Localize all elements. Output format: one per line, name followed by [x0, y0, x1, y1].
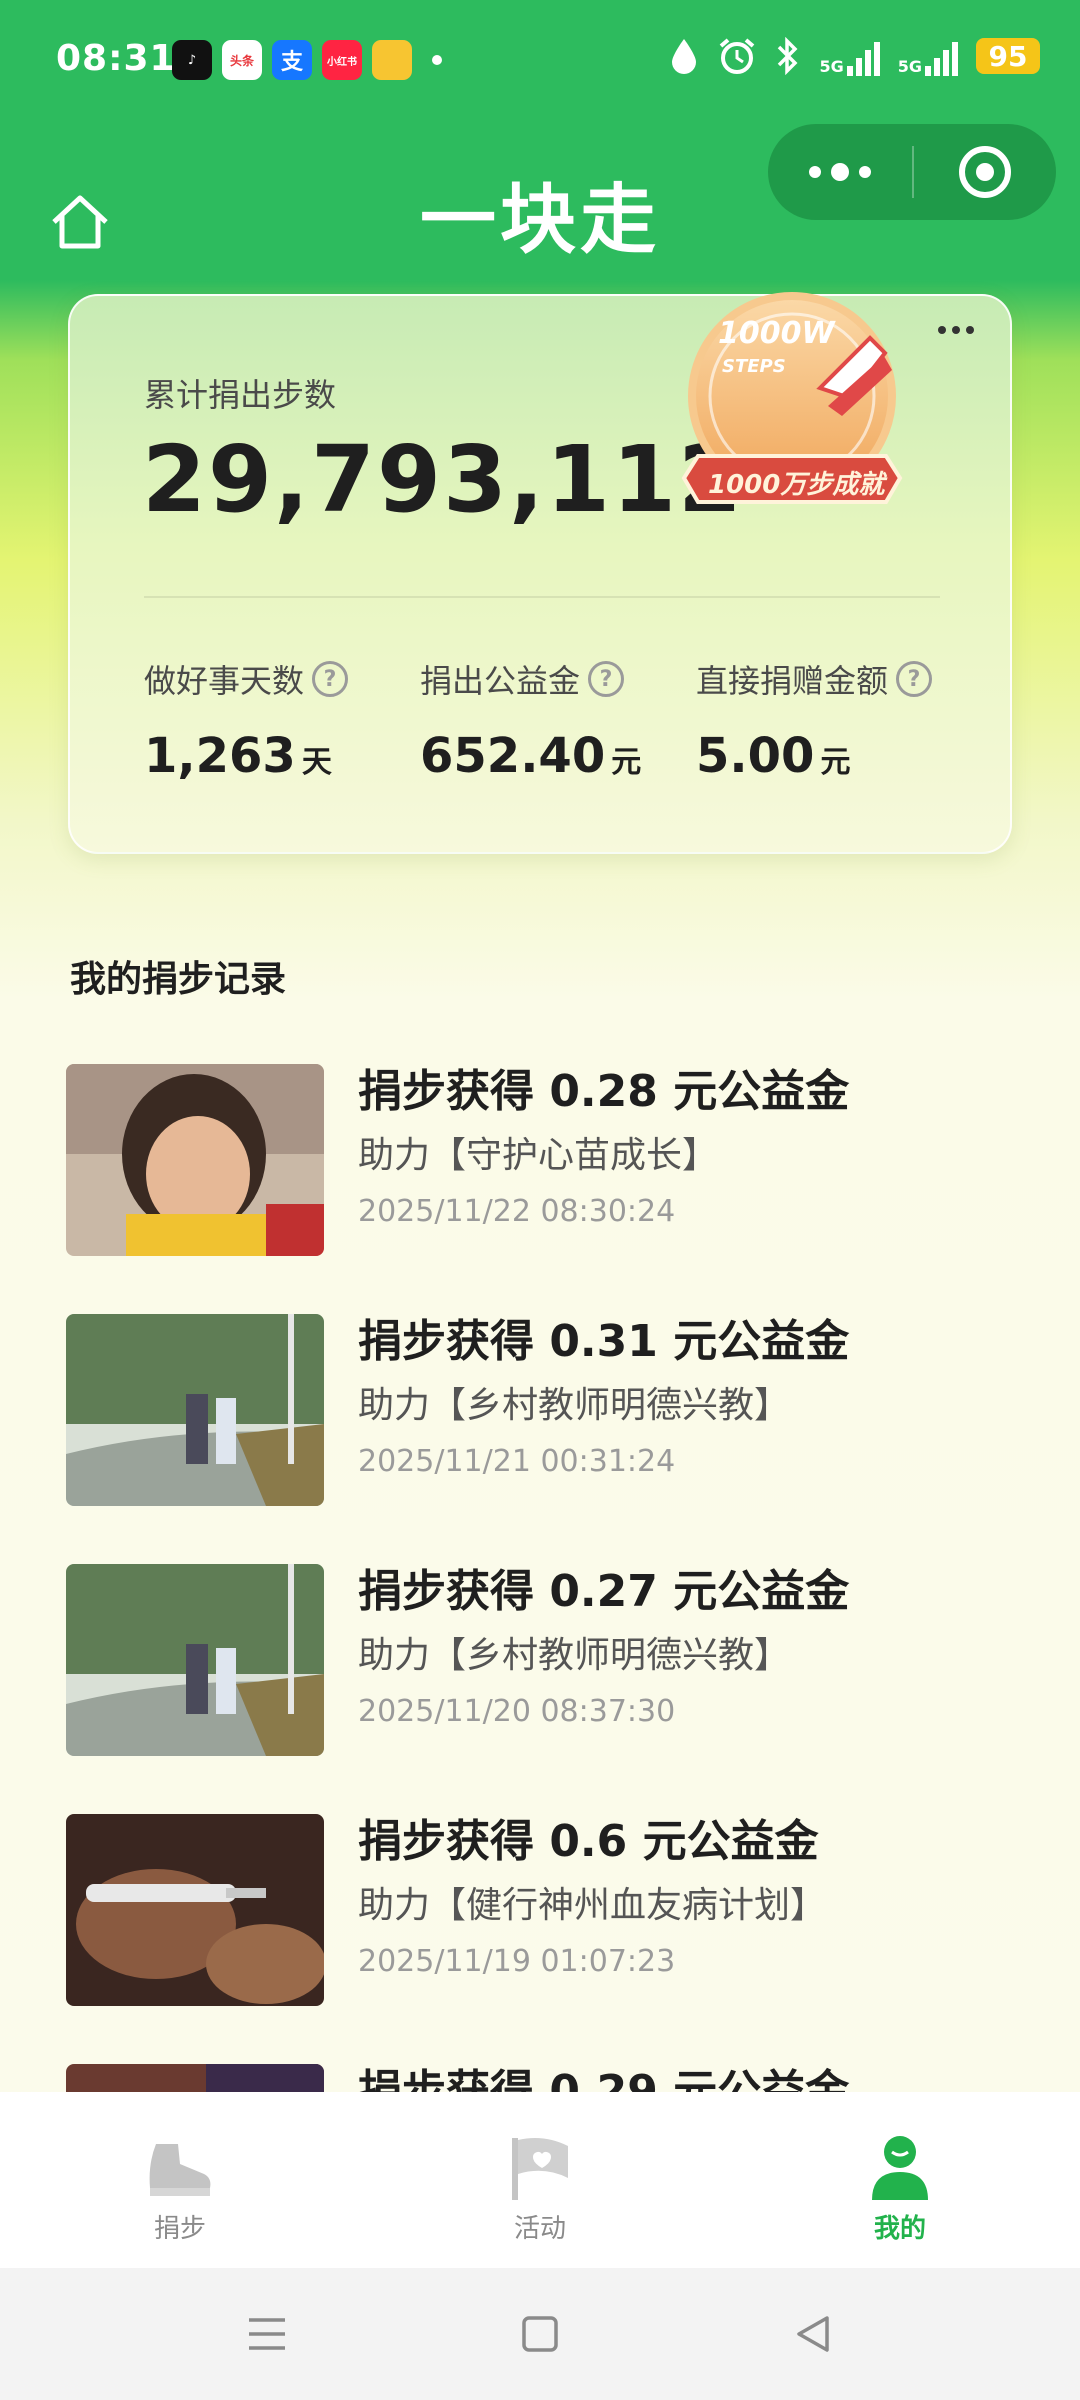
stat-donated-fund: 捐出公益金 ? 652.40 元 — [420, 656, 641, 784]
record-project: 助力【乡村教师明德兴教】 — [358, 1635, 791, 1676]
user-icon — [872, 2136, 928, 2200]
status-indicators: 5G 5G 95 — [669, 36, 1040, 76]
card-more-button[interactable] — [938, 320, 982, 340]
tab-activities[interactable]: 活动 — [360, 2092, 720, 2268]
tab-bar: 捐步 活动 我的 — [0, 2092, 1080, 2268]
status-app-icons: ♪ 头条 支 小红书 — [172, 40, 442, 80]
badge-steps-text: STEPS — [722, 356, 786, 377]
stat-good-days: 做好事天数 ? 1,263 天 — [144, 656, 349, 784]
help-icon[interactable]: ? — [312, 661, 349, 697]
game-app-icon — [372, 40, 412, 80]
record-time: 2025/11/20 08:37:30 — [358, 1694, 676, 1729]
menu-icon — [248, 2318, 285, 2350]
stat-direct-donation: 直接捐赠金额 ? 5.00 元 — [696, 656, 933, 784]
record-time: 2025/11/21 00:31:24 — [358, 1444, 676, 1479]
douyin-icon: ♪ — [172, 40, 212, 80]
record-time: 2025/11/19 01:07:23 — [358, 1944, 676, 1979]
alarm-icon — [720, 38, 755, 74]
list-item[interactable]: 捐步获得 0.31 元公益金 助力【乡村教师明德兴教】 2025/11/21 0… — [66, 1314, 1026, 1564]
target-icon — [959, 146, 1011, 198]
tab-mine[interactable]: 我的 — [720, 2092, 1080, 2268]
water-drop-icon — [672, 39, 697, 74]
signal-icon-2: 5G — [898, 36, 958, 76]
xiaohongshu-icon: 小红书 — [322, 40, 362, 80]
total-steps-value: 29,793,112 — [142, 426, 745, 533]
toutiao-icon: 头条 — [222, 40, 262, 80]
records-section-title: 我的捐步记录 — [70, 959, 287, 1000]
tab-label: 我的 — [873, 2214, 926, 2244]
help-icon[interactable]: ? — [896, 661, 933, 697]
signal-icon-1: 5G — [819, 36, 880, 76]
record-project: 助力【乡村教师明德兴教】 — [358, 1385, 791, 1426]
battery-indicator: 95 — [976, 38, 1040, 74]
card-divider — [144, 596, 940, 598]
home-system-button[interactable] — [500, 2294, 580, 2374]
hands-photo — [66, 1814, 324, 2006]
tab-label: 捐步 — [153, 2214, 206, 2244]
road-photo — [66, 1314, 324, 1506]
step-summary-card: 累计捐出步数 29,793,112 1000W STEPS 1000万步成就 做… — [68, 292, 1012, 854]
record-project: 助力【健行神州血友病计划】 — [358, 1885, 827, 1926]
system-nav-bar — [0, 2268, 1080, 2400]
nav-bar: 一块走 — [0, 120, 1080, 280]
square-icon — [522, 2316, 558, 2352]
recent-apps-button[interactable] — [227, 2294, 307, 2374]
record-text: 捐步获得 0.28 元公益金 助力【守护心苗成长】 2025/11/22 08:… — [358, 1064, 1018, 1232]
road-photo — [66, 1564, 324, 1756]
stat-value: 1,263 天 — [144, 728, 332, 784]
record-title: 捐步获得 0.28 元公益金 — [358, 1066, 850, 1117]
stat-value: 5.00 元 — [696, 728, 851, 784]
bluetooth-icon — [778, 37, 798, 75]
total-steps-label: 累计捐出步数 — [144, 376, 337, 414]
record-text: 捐步获得 0.31 元公益金 助力【乡村教师明德兴教】 2025/11/21 0… — [358, 1314, 1018, 1482]
badge-top-text: 1000W — [718, 316, 835, 351]
status-bar: 08:31 ♪ 头条 支 小红书 5G 5G 95 — [0, 0, 1080, 120]
list-item[interactable]: 捐步获得 0.28 元公益金 助力【守护心苗成长】 2025/11/22 08:… — [66, 1064, 1026, 1314]
sneaker-icon — [149, 2144, 211, 2196]
back-button[interactable] — [773, 2294, 853, 2374]
record-project: 助力【守护心苗成长】 — [358, 1135, 719, 1176]
tab-donate-steps[interactable]: 捐步 — [0, 2092, 360, 2268]
record-title: 捐步获得 0.27 元公益金 — [358, 1566, 850, 1617]
child-photo — [66, 1064, 324, 1256]
record-title: 捐步获得 0.6 元公益金 — [358, 1816, 819, 1867]
list-item[interactable]: 捐步获得 0.27 元公益金 助力【乡村教师明德兴教】 2025/11/20 0… — [66, 1564, 1026, 1814]
miniprogram-capsule — [768, 124, 1056, 220]
notification-dot — [432, 55, 442, 65]
flag-icon — [512, 2138, 568, 2200]
stat-value: 652.40 元 — [420, 728, 642, 784]
tab-label: 活动 — [513, 2214, 566, 2244]
stat-label: 捐出公益金 ? — [420, 656, 641, 702]
record-time: 2025/11/22 08:30:24 — [358, 1194, 676, 1229]
close-miniprogram-button[interactable] — [914, 124, 1056, 220]
status-time: 08:31 — [56, 38, 176, 79]
stat-label: 直接捐赠金额 ? — [696, 656, 933, 702]
stat-label: 做好事天数 ? — [144, 656, 349, 702]
record-text: 捐步获得 0.6 元公益金 助力【健行神州血友病计划】 2025/11/19 0… — [358, 1814, 1018, 1982]
record-text: 捐步获得 0.27 元公益金 助力【乡村教师明德兴教】 2025/11/20 0… — [358, 1564, 1018, 1732]
alipay-icon: 支 — [272, 40, 312, 80]
achievement-badge[interactable]: 1000W STEPS 1000万步成就 — [670, 278, 930, 548]
back-triangle-icon — [797, 2316, 830, 2352]
record-title: 捐步获得 0.31 元公益金 — [358, 1316, 850, 1367]
list-item[interactable]: 捐步获得 0.6 元公益金 助力【健行神州血友病计划】 2025/11/19 0… — [66, 1814, 1026, 2064]
help-icon[interactable]: ? — [588, 661, 625, 697]
more-menu-button[interactable] — [768, 124, 912, 220]
badge-ribbon-text: 1000万步成就 — [708, 470, 885, 500]
